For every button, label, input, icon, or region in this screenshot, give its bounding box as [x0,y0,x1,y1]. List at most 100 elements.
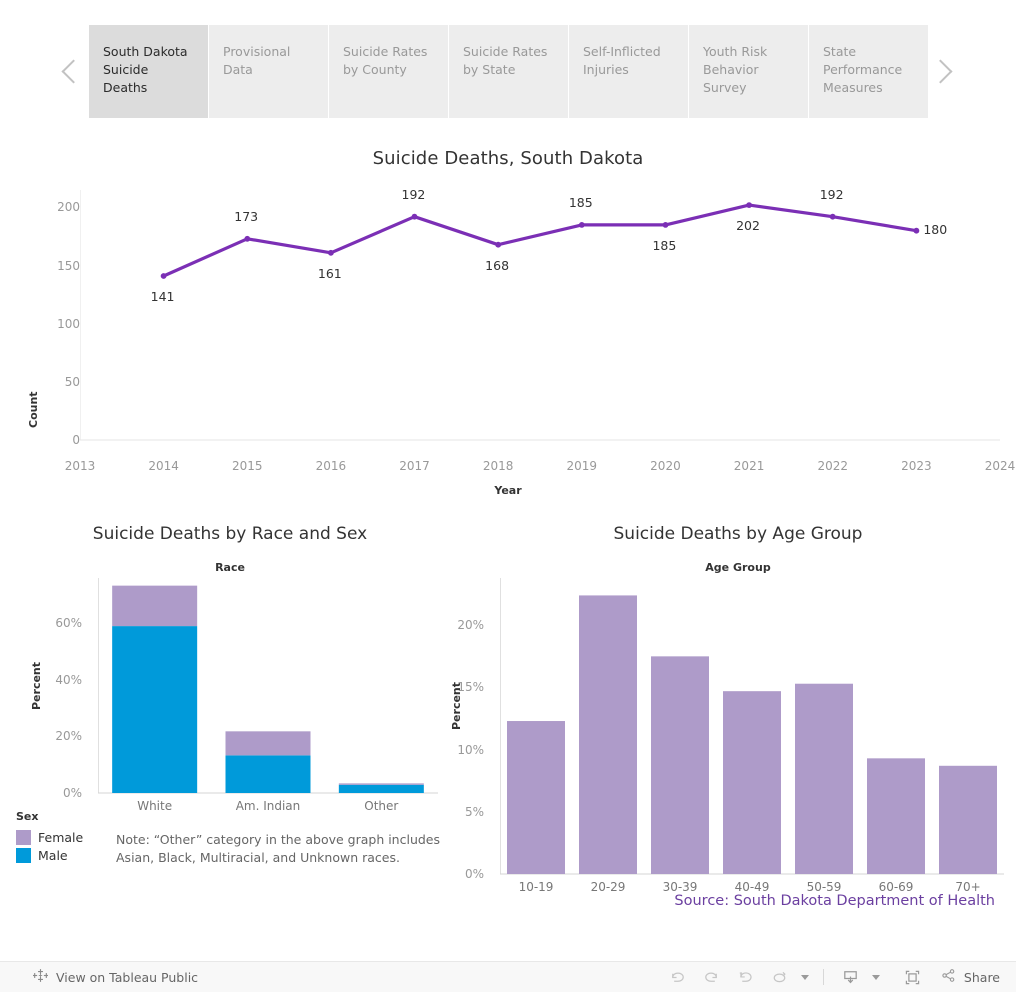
dashboard-tab-strip: South Dakota Suicide Deaths Provisional D… [0,0,1016,143]
sex-legend: Sex Female Male [16,810,116,864]
undo-button[interactable] [661,962,695,992]
share-label: Share [963,969,1000,985]
age-chart-y-tick-label: 10% [457,742,484,757]
dashboard-tab-label: Self-Inflicted Injuries [583,44,661,77]
dashboard-tab-label: Suicide Rates by County [343,44,428,77]
age-chart-category-label[interactable]: 40-49 [716,880,788,894]
dashboard-tab[interactable]: Youth Risk Behavior Survey [689,25,808,118]
dashboard-tab-label: South Dakota Suicide Deaths [103,44,188,95]
source-link[interactable]: Source: South Dakota Department of Healt… [674,893,995,909]
line-chart-y-tick-label: 100 [57,316,80,331]
tabs-scroll-left-button[interactable] [60,52,86,92]
race-chart-field-header: Race [215,561,245,574]
line-chart-x-tick-label: 2015 [231,459,263,473]
line-chart-point-label: 192 [401,186,426,202]
age-chart-y-axis: 0% 5% 10% 15% 20% [450,578,494,881]
dashboard-tab-label: Provisional Data [223,44,291,77]
line-chart-title: Suicide Deaths, South Dakota [372,148,644,169]
age-chart-category-label[interactable]: 50-59 [788,880,860,894]
age-chart-y-tick-label: 15% [457,680,484,695]
other-category-note: Note: “Other” category in the above grap… [116,832,441,865]
download-button[interactable] [834,962,868,992]
view-on-tableau-public-button[interactable]: View on Tableau Public [32,962,199,992]
race-chart-category-label[interactable]: Other [325,799,438,813]
race-chart-y-tick-label: 0% [62,786,82,800]
race-chart-category-label[interactable]: Am. Indian [211,799,324,813]
line-chart-point-label: 161 [317,265,342,281]
race-chart-y-tick-label: 60% [55,616,82,631]
refresh-button[interactable] [763,962,797,992]
tableau-bottom-toolbar: View on Tableau Public Share [0,961,1016,992]
line-chart-point-label: 185 [652,237,677,253]
dashboard-tab[interactable]: Suicide Rates by County [329,25,448,118]
line-chart-x-tick-label: 2013 [64,459,96,473]
dashboard-tab[interactable]: Provisional Data [209,25,328,118]
line-chart-y-axis-title: Count [27,391,40,428]
race-chart-y-tick-label: 20% [55,729,82,744]
line-chart-x-tick-label: 2024 [984,459,1016,473]
chevron-left-icon [61,59,86,84]
age-chart-category-label[interactable]: 10-19 [500,880,572,894]
chevron-right-icon [928,59,953,84]
legend-color-swatch [16,829,31,845]
line-chart-x-tick-label: 2020 [650,459,681,473]
legend-item-label: Female [38,829,84,845]
legend-item[interactable]: Female [16,828,116,846]
race-chart-plot-area[interactable] [93,578,438,794]
legend-item-label: Male [38,847,68,863]
dashboard-tab-label: State Performance Measures [823,44,903,95]
tabs-scroll-right-button[interactable] [928,52,956,92]
toolbar-divider [822,969,824,985]
view-on-tableau-public-label: View on Tableau Public [56,969,199,985]
dashboard-tab[interactable]: Self-Inflicted Injuries [569,25,688,118]
line-chart-x-tick-label: 2019 [566,459,598,473]
dashboard-tab[interactable]: South Dakota Suicide Deaths [89,25,208,118]
line-chart-y-tick-label: 0 [72,433,80,447]
dashboard-tab[interactable]: State Performance Measures [809,25,928,118]
line-chart-x-tick-label: 2018 [482,459,514,473]
dashboard-tab[interactable]: Suicide Rates by State [449,25,568,118]
line-chart-y-tick-label: 200 [57,200,80,215]
age-chart-category-label[interactable]: 30-39 [644,880,716,894]
share-icon [940,967,957,988]
download-dropdown-button[interactable] [868,962,884,992]
caret-down-icon [800,974,809,980]
age-chart-y-tick-label: 0% [464,867,484,881]
revert-button[interactable] [729,962,763,992]
age-chart-category-label[interactable]: 60-69 [860,880,932,894]
line-chart-y-tick-label: 150 [57,258,80,273]
legend-item[interactable]: Male [16,846,116,864]
tab-list: South Dakota Suicide Deaths Provisional D… [89,25,928,118]
legend-title: Sex [16,810,39,823]
age-chart-plot-area[interactable] [495,578,1004,875]
line-chart-x-axis: 2013 2014 2015 2016 2017 2018 2019 2020 2021 2022… [65,443,1016,473]
line-chart-x-tick-label: 2021 [733,459,765,473]
age-chart-category-label[interactable]: 70+ [932,880,1004,894]
caret-down-icon [871,974,880,980]
refresh-dropdown-button[interactable] [797,962,813,992]
line-chart-x-tick-label: 2023 [901,459,932,473]
age-chart-y-tick-label: 5% [464,804,484,819]
legend-color-swatch [16,847,31,863]
line-chart-x-tick-label: 2017 [399,459,430,473]
share-button[interactable]: Share [940,967,1002,988]
line-chart-point-label: 202 [736,218,760,234]
line-chart-point-label: 192 [819,186,844,202]
line-chart-y-tick-label: 50 [64,374,80,389]
dashboard-tab-label: Youth Risk Behavior Survey [703,44,768,95]
suicide-deaths-by-age-group-chart: Suicide Deaths by Age Group Age Group Pe… [450,515,1016,915]
redo-button[interactable] [695,962,729,992]
line-chart-x-axis-title: Year [494,484,522,497]
line-chart-point-label: 185 [568,194,593,210]
line-chart-point-label: 141 [150,289,175,305]
line-chart-x-tick-label: 2022 [817,459,848,473]
line-chart-point-label: 168 [485,257,510,273]
race-chart-y-tick-label: 40% [55,672,82,687]
tableau-logo-icon [32,968,49,987]
race-chart-title: Suicide Deaths by Race and Sex [92,524,368,544]
line-chart-plot-area[interactable]: 141 173 161 192 168 185 185 202 192 180 [80,186,1000,441]
age-chart-category-label[interactable]: 20-29 [572,880,644,894]
line-chart-point-label: 180 [923,221,948,237]
fullscreen-button[interactable] [896,962,930,992]
legend-items: Female Male [16,828,116,864]
